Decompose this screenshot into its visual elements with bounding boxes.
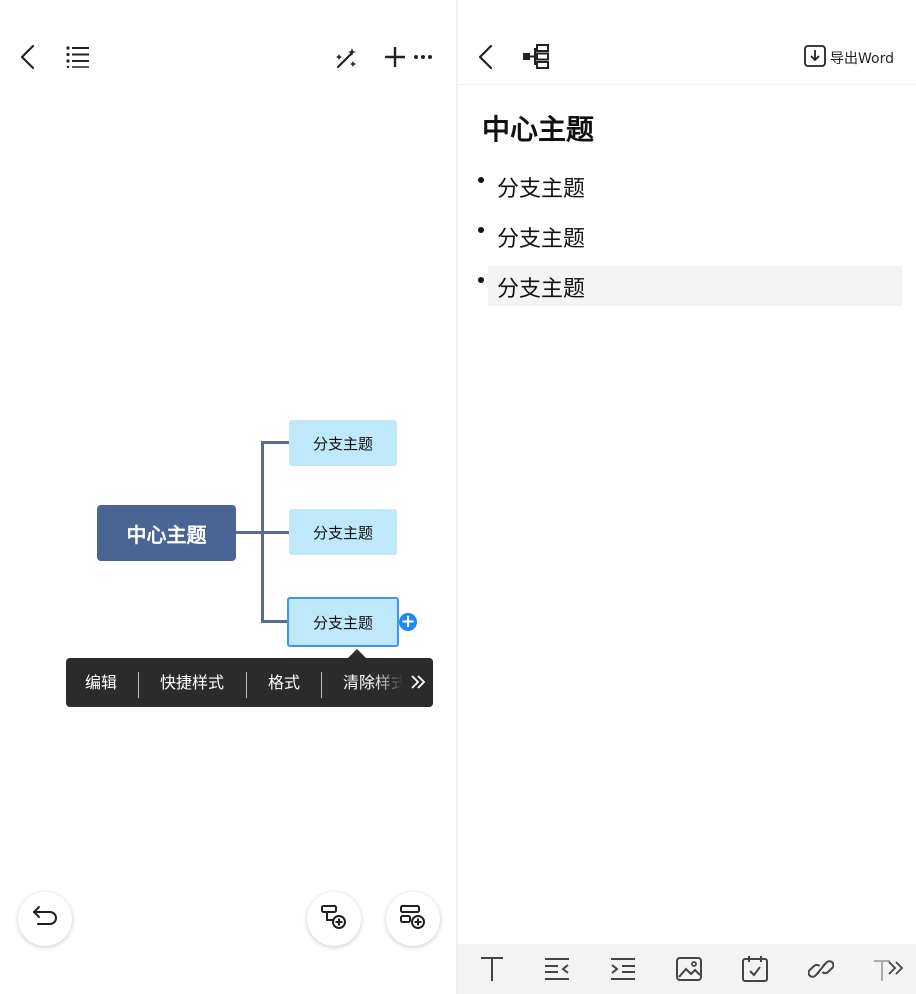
calendar-check-icon[interactable] <box>742 955 768 987</box>
menu-item-quick-style[interactable]: 快捷样式 <box>160 658 224 707</box>
menu-divider <box>246 672 247 698</box>
text-icon[interactable] <box>479 955 505 987</box>
outdent-icon[interactable] <box>544 955 570 987</box>
bullet-dot <box>478 227 484 233</box>
magic-wand-icon[interactable] <box>335 46 359 70</box>
outline-list-icon[interactable] <box>66 46 90 68</box>
add-sibling-topic-button[interactable] <box>386 892 440 946</box>
export-word-button[interactable]: 导出Word <box>804 45 894 71</box>
mindmap-tree-icon[interactable] <box>522 44 550 70</box>
add-sibling-topic-icon <box>399 903 427 935</box>
connector-center <box>236 531 263 534</box>
indent-icon[interactable] <box>610 955 636 987</box>
connector-branch-2 <box>261 531 289 534</box>
undo-icon <box>31 904 59 934</box>
mindmap-pane: 中心主题 分支主题 分支主题 分支主题 + 编辑 快捷样式 格式 清除样式 <box>0 0 456 994</box>
outline-item-text: 分支主题 <box>497 227 586 252</box>
menu-item-edit[interactable]: 编辑 <box>85 658 117 707</box>
more-horizontal-icon[interactable] <box>413 54 433 60</box>
back-chevron-icon[interactable] <box>476 44 496 70</box>
branch-topic-node-selected[interactable]: 分支主题 <box>287 597 399 647</box>
menu-overflow-fade <box>373 658 403 707</box>
outline-item[interactable]: 分支主题 <box>478 164 902 204</box>
center-topic-node[interactable]: 中心主题 <box>97 505 236 561</box>
link-icon[interactable] <box>807 955 835 987</box>
back-chevron-icon[interactable] <box>18 44 38 70</box>
export-word-label: 导出Word <box>830 51 894 67</box>
add-topic-plus-icon[interactable]: + <box>399 613 417 631</box>
download-icon <box>804 45 826 71</box>
undo-button[interactable] <box>18 892 72 946</box>
context-menu: 编辑 快捷样式 格式 清除样式 <box>66 658 433 707</box>
menu-divider <box>321 672 322 698</box>
outline-title[interactable]: 中心主题 <box>482 108 594 148</box>
branch-topic-node[interactable]: 分支主题 <box>289 420 397 466</box>
outline-item-text: 分支主题 <box>497 277 586 302</box>
outline-pane: 导出Word 中心主题 分支主题 分支主题 分支主题 <box>458 0 916 994</box>
add-plus-icon[interactable] <box>384 46 406 68</box>
add-child-topic-button[interactable] <box>307 892 361 946</box>
connector-branch-1 <box>261 441 289 444</box>
menu-divider <box>138 672 139 698</box>
double-chevron-right-icon[interactable] <box>887 960 905 980</box>
connector-branch-3 <box>261 620 289 623</box>
bullet-dot <box>478 277 484 283</box>
branch-topic-node[interactable]: 分支主题 <box>289 509 397 555</box>
header-divider <box>458 84 916 85</box>
formatting-toolbar <box>458 944 916 994</box>
image-icon[interactable] <box>676 955 702 987</box>
outline-item[interactable]: 分支主题 <box>478 214 902 254</box>
outline-item-text: 分支主题 <box>497 177 586 202</box>
menu-item-format[interactable]: 格式 <box>268 658 300 707</box>
add-child-topic-icon <box>320 903 348 935</box>
double-chevron-right-icon[interactable] <box>403 658 433 707</box>
outline-item-active[interactable]: 分支主题 <box>488 266 902 306</box>
bullet-dot <box>478 177 484 183</box>
